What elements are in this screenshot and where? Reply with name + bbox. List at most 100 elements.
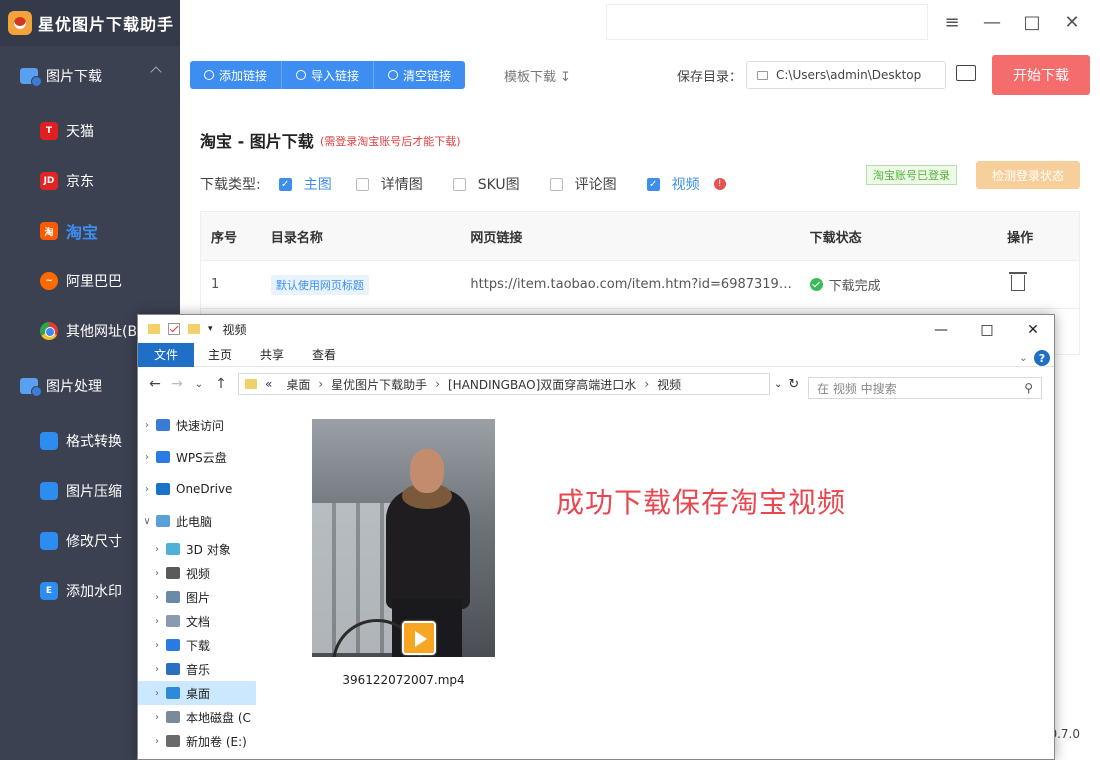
- close-icon[interactable]: ✕: [1010, 319, 1054, 341]
- nav-pane-item[interactable]: › 音乐: [138, 657, 256, 681]
- nav-pane-item[interactable]: › 图片: [138, 585, 256, 609]
- recent-dropdown-icon[interactable]: ⌄: [188, 379, 210, 390]
- address-bar[interactable]: « 桌面 › 星优图片下载助手 › [HANDINGBAO]双面穿高端进口水 ›…: [238, 373, 770, 395]
- type-sku-image[interactable]: SKU图: [452, 174, 520, 194]
- ribbon-expand-chevron-icon[interactable]: ⌄: [1019, 351, 1028, 364]
- minimize-icon[interactable]: —: [980, 10, 1004, 34]
- checkbox-checked-icon[interactable]: ✓: [646, 177, 660, 191]
- chevron-up-icon[interactable]: [150, 66, 162, 78]
- nav-item-label: 视频: [186, 566, 211, 581]
- start-download-button[interactable]: 开始下载: [992, 55, 1090, 95]
- import-link-button[interactable]: 导入链接: [282, 61, 375, 89]
- ribbon-tab-view[interactable]: 查看: [298, 343, 350, 367]
- app-brand: 星优图片下载助手: [0, 0, 180, 46]
- close-icon[interactable]: ✕: [1060, 10, 1084, 34]
- sidebar-item-alibaba[interactable]: ~ 阿里巴巴: [0, 256, 180, 306]
- quick-access-dropdown-icon[interactable]: ▾: [208, 324, 213, 334]
- chevron-right-icon[interactable]: ›: [148, 616, 166, 627]
- file-name[interactable]: 396122072007.mp4: [312, 673, 495, 687]
- nav-item-icon: [166, 567, 180, 579]
- file-explorer-window: ▾ 视频 — □ ✕ 文件 主页 共享 查看 ⌄ ? ← → ⌄ ↑ « 桌面 …: [137, 314, 1055, 760]
- col-url: 网页链接: [470, 230, 523, 246]
- navigation-pane: › 快速访问 › WPS云盘 › OneDrive ∨ 此电脑 › 3D 对象 › 视频 › 图片 › 文档 ›…: [138, 409, 256, 759]
- checkbox-icon[interactable]: [549, 177, 563, 191]
- link-toolbar: 添加链接 导入链接 清空链接: [190, 61, 466, 89]
- chevron-right-icon[interactable]: ›: [148, 664, 166, 675]
- chevron-right-icon[interactable]: ›: [148, 592, 166, 603]
- breadcrumb-product-folder[interactable]: [HANDINGBAO]双面穿高端进口水: [448, 376, 636, 393]
- row-action: [999, 271, 1079, 295]
- ribbon-tab-home[interactable]: 主页: [194, 343, 246, 367]
- watermark-icon: E: [40, 582, 58, 600]
- checkbox-icon[interactable]: [452, 177, 466, 191]
- checkbox-icon[interactable]: [355, 177, 369, 191]
- chevron-right-icon[interactable]: ›: [138, 484, 156, 495]
- help-icon[interactable]: ?: [1034, 350, 1050, 366]
- ribbon-tab-share[interactable]: 共享: [246, 343, 298, 367]
- nav-item-label: 音乐: [186, 662, 211, 677]
- save-dir-input[interactable]: C:\Users\admin\Desktop: [746, 61, 946, 89]
- search-input[interactable]: 在 视频 中搜索 ⚲: [808, 377, 1042, 399]
- back-arrow-icon[interactable]: ←: [144, 376, 166, 392]
- properties-check-icon[interactable]: [168, 323, 180, 335]
- type-video[interactable]: ✓ 视频: [646, 174, 700, 194]
- template-download-link[interactable]: 模板下载 ↧: [504, 66, 571, 85]
- type-review-image[interactable]: 评论图: [549, 174, 617, 194]
- sidebar-item-taobao[interactable]: 淘 淘宝: [0, 206, 180, 256]
- nav-pane-item[interactable]: › 下载: [138, 633, 256, 657]
- chevron-right-icon[interactable]: ›: [148, 688, 166, 699]
- nav-item-label: 桌面: [186, 686, 211, 701]
- sidebar-item-tmall[interactable]: T 天猫: [0, 106, 180, 156]
- chevron-right-icon[interactable]: ›: [148, 544, 166, 555]
- forward-arrow-icon[interactable]: →: [166, 376, 188, 392]
- chevron-right-icon[interactable]: ›: [148, 736, 166, 747]
- chevron-right-icon[interactable]: ›: [138, 420, 156, 431]
- chevron-right-icon[interactable]: ›: [138, 452, 156, 463]
- nav-pane-item[interactable]: › 桌面: [138, 681, 256, 705]
- info-icon[interactable]: !: [713, 178, 726, 190]
- nav-pane-item[interactable]: › 视频: [138, 561, 256, 585]
- maximize-icon[interactable]: □: [964, 319, 1010, 341]
- nav-pane-item[interactable]: › WPS云盘: [138, 441, 256, 473]
- open-folder-icon[interactable]: [956, 65, 976, 81]
- format-convert-icon: [40, 432, 58, 450]
- minimize-icon[interactable]: —: [918, 319, 964, 341]
- type-detail-image[interactable]: 详情图: [355, 174, 423, 194]
- folder-icon: [148, 324, 160, 334]
- add-link-button[interactable]: 添加链接: [190, 61, 283, 89]
- type-main-image[interactable]: ✓ 主图: [278, 174, 332, 194]
- breadcrumb-desktop[interactable]: 桌面: [286, 376, 310, 393]
- dir-tag[interactable]: 默认使用网页标题: [270, 274, 369, 295]
- checkbox-checked-icon[interactable]: ✓: [278, 177, 292, 191]
- settings-sliders-icon[interactable]: ≡: [940, 10, 964, 34]
- address-dropdown-icon[interactable]: ⌄: [774, 379, 782, 390]
- nav-pane-item[interactable]: › 本地磁盘 (C: [138, 705, 256, 729]
- up-arrow-icon[interactable]: ↑: [210, 376, 232, 392]
- chevron-down-icon[interactable]: ∨: [138, 516, 156, 527]
- clear-link-button[interactable]: 清空链接: [374, 61, 466, 89]
- refresh-icon[interactable]: ↻: [788, 377, 799, 392]
- chevron-right-icon[interactable]: ›: [148, 568, 166, 579]
- nav-group-label: 图片处理: [46, 379, 102, 395]
- nav-pane-item[interactable]: › 快速访问: [138, 409, 256, 441]
- nav-pane-item[interactable]: ∨ 此电脑: [138, 505, 256, 537]
- path-overflow[interactable]: «: [265, 377, 272, 391]
- chevron-right-icon[interactable]: ›: [148, 640, 166, 651]
- nav-pane-item[interactable]: › 文档: [138, 609, 256, 633]
- nav-item-icon: [156, 515, 170, 527]
- ribbon-tab-file[interactable]: 文件: [138, 342, 195, 367]
- nav-pane-item[interactable]: › 3D 对象: [138, 537, 256, 561]
- nav-pane-item[interactable]: › OneDrive: [138, 473, 256, 505]
- add-link-label: 添加链接: [219, 68, 268, 83]
- nav-item-icon: [166, 687, 180, 699]
- breadcrumb-video-folder[interactable]: 视频: [657, 376, 681, 393]
- maximize-icon[interactable]: □: [1020, 10, 1044, 34]
- chevron-right-icon[interactable]: ›: [148, 712, 166, 723]
- new-folder-icon[interactable]: [188, 324, 200, 334]
- check-login-button[interactable]: 检测登录状态: [976, 161, 1080, 189]
- breadcrumb-app-folder[interactable]: 星优图片下载助手: [331, 376, 427, 393]
- nav-group-image-download[interactable]: 图片下载: [0, 46, 180, 106]
- nav-pane-item[interactable]: › 新加卷 (E:): [138, 729, 256, 753]
- delete-trash-icon[interactable]: [1009, 271, 1028, 291]
- sidebar-item-jd[interactable]: JD 京东: [0, 156, 180, 206]
